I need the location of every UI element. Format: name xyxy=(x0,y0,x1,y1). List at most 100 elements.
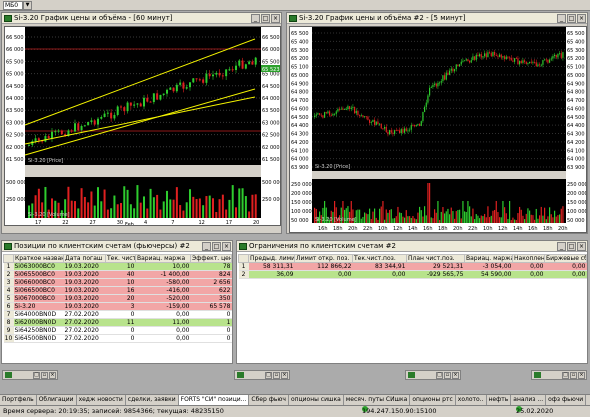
minimize-button[interactable]: _ xyxy=(557,14,566,23)
date-tick: 4 xyxy=(144,220,147,226)
table-row[interactable]: 10 Si64500BN0D 27.02.2020 0 0,00 0 xyxy=(3,334,232,343)
volume-bar xyxy=(512,217,514,223)
price-tick-right: 64 000 xyxy=(262,96,280,102)
table-row[interactable]: 4 Si066500BC0 19.03.2020 16 -416,00 622 xyxy=(3,286,232,295)
positions-table[interactable]: Краткое название Дата погаш Тек. чист.по… xyxy=(3,254,232,343)
tab-7[interactable]: месяч. путы СИшка xyxy=(344,395,411,405)
maximize-button[interactable]: ▫ xyxy=(444,372,451,379)
restore-button[interactable]: □ xyxy=(436,372,443,379)
tab-11[interactable]: анализ ... xyxy=(511,395,547,405)
col-header[interactable]: Вариац. маржа xyxy=(464,254,513,263)
candle-body xyxy=(166,89,168,94)
tab-3[interactable]: сделки, заявки xyxy=(126,395,179,405)
col-header[interactable]: Предыд. лимит xyxy=(248,254,295,263)
volume-series-label: Si-3.20 [Volume] xyxy=(28,212,70,218)
minimize-button[interactable]: _ xyxy=(202,242,211,251)
volume-bar xyxy=(490,215,492,223)
candle-body xyxy=(337,109,339,112)
tab-8[interactable]: опционы ртс xyxy=(410,395,456,405)
maximize-button[interactable]: ▫ xyxy=(570,372,577,379)
volume-bar xyxy=(417,212,419,223)
tab-4[interactable]: FORTS "СИ" позици... xyxy=(178,395,250,405)
col-header[interactable]: Лимит откр. поз. xyxy=(294,254,353,263)
minimized-window[interactable]: □ ▫ × xyxy=(234,370,290,380)
col-header[interactable]: Накоплен. д xyxy=(512,254,545,263)
candle-body xyxy=(106,112,109,114)
table-row[interactable]: 1 Si063000BC0 19.03.2020 10 10,00 78 xyxy=(3,262,232,271)
col-header[interactable]: Биржевые сборы xyxy=(544,254,587,263)
col-header[interactable] xyxy=(238,254,249,263)
price-pane[interactable]: 65 500 65 500 65 400 65 400 65 300 65 300 65 2… xyxy=(289,26,587,233)
restore-button[interactable]: □ xyxy=(562,372,569,379)
table-icon xyxy=(4,243,12,250)
close-button[interactable]: × xyxy=(271,14,280,23)
col-header[interactable]: Дата погаш xyxy=(63,254,106,263)
maximize-button[interactable]: ▫ xyxy=(41,372,48,379)
table-row[interactable]: 2 Si065500BC0 19.03.2020 40 -1 400,00 824 xyxy=(3,270,232,279)
col-header[interactable]: Краткое название xyxy=(13,254,64,263)
col-header[interactable] xyxy=(3,254,14,263)
price-pane[interactable]: 66 500 66 500 66 000 66 000 65 500 65 500 65 0… xyxy=(4,26,281,226)
close-button[interactable]: × xyxy=(281,372,288,379)
minimized-window[interactable]: □ ▫ × xyxy=(531,370,587,380)
window-icon xyxy=(534,372,541,378)
maximize-button[interactable]: □ xyxy=(212,242,221,251)
tab-2[interactable]: хедж новости xyxy=(77,395,126,405)
col-header[interactable]: Тек.чист.поз. xyxy=(352,254,407,263)
maximize-button[interactable]: □ xyxy=(261,14,270,23)
col-header[interactable]: План чист.поз. xyxy=(406,254,465,263)
instrument-name: Si64250BN0D xyxy=(13,326,64,335)
candle-body xyxy=(397,130,399,131)
col-header[interactable]: Эффект. цен xyxy=(190,254,232,263)
table-row[interactable]: 7 Si64000BN0D 27.02.2020 0 0,00 0 xyxy=(3,310,232,319)
minimize-button[interactable]: _ xyxy=(251,14,260,23)
close-button[interactable]: × xyxy=(222,242,231,251)
table-row[interactable]: 9 Si64250BN0D 27.02.2020 0 0,00 0 xyxy=(3,326,232,335)
close-button[interactable]: × xyxy=(577,14,586,23)
volume-bar xyxy=(480,215,482,223)
candle-body xyxy=(367,116,369,120)
minimize-button[interactable]: _ xyxy=(557,242,566,251)
tab-5[interactable]: Сбер фьюч xyxy=(249,395,289,405)
tab-12[interactable]: офз фьючи xyxy=(546,395,587,405)
tab-6[interactable]: опционы сишка xyxy=(289,395,344,405)
window-icon xyxy=(237,372,244,378)
maximize-button[interactable]: ▫ xyxy=(273,372,280,379)
maximize-button[interactable]: □ xyxy=(567,242,576,251)
candle-body xyxy=(116,106,119,115)
candle-body xyxy=(435,83,437,87)
price-tick-left: 65 200 xyxy=(291,56,309,62)
chevron-down-icon[interactable]: ▼ xyxy=(23,1,32,10)
instrument-name: Si066500BC0 xyxy=(13,286,64,295)
table-row[interactable]: 6 Si-3.20 19.03.2020 3 -159,00 65 578 xyxy=(3,302,232,311)
close-button[interactable]: × xyxy=(577,242,586,251)
table-row[interactable]: 1 58 311,31 112 866,22 83 344,91 29 521,31 -3… xyxy=(238,262,587,271)
minimized-window[interactable]: □ ▫ × xyxy=(2,370,58,380)
tab-1[interactable]: Облигации xyxy=(37,395,77,405)
window-title: Si-3.20 График цены и объёма #2 - [5 мин… xyxy=(287,13,587,24)
close-button[interactable]: × xyxy=(578,372,585,379)
col-header[interactable]: Вариац. маржа xyxy=(135,254,191,263)
close-button[interactable]: × xyxy=(452,372,459,379)
candle-body xyxy=(390,130,392,133)
table-row[interactable]: 2 36,09 0,00 0,00 -929 565,75 54 590,00 0,00 0,… xyxy=(238,270,587,279)
table-row[interactable]: 8 Si62000BN0D 27.02.2020 11 11,00 1 xyxy=(3,318,232,327)
instrument-combo[interactable]: MБ0 xyxy=(3,1,23,10)
maximize-button[interactable]: □ xyxy=(567,14,576,23)
instrument-name: Si62000BN0D xyxy=(13,318,64,327)
volume-bar xyxy=(517,213,519,223)
restore-button[interactable]: □ xyxy=(265,372,272,379)
volume-bar xyxy=(519,206,521,223)
tab-9[interactable]: холото.. xyxy=(456,395,487,405)
tab-10[interactable]: нефть xyxy=(487,395,512,405)
tab-0[interactable]: Портфель xyxy=(0,395,37,405)
table-row[interactable]: 5 Si067000BC0 19.03.2020 20 -520,00 350 xyxy=(3,294,232,303)
restore-button[interactable]: □ xyxy=(33,372,40,379)
minimized-window[interactable]: □ ▫ × xyxy=(405,370,461,380)
volume-bar xyxy=(412,216,414,223)
candle-body xyxy=(327,111,329,114)
table-row[interactable]: 3 Si066000BC0 19.03.2020 10 -580,00 2 656 xyxy=(3,278,232,287)
close-button[interactable]: × xyxy=(49,372,56,379)
col-header[interactable]: Тек. чист.по xyxy=(105,254,136,263)
limits-table[interactable]: Предыд. лимит Лимит откр. поз. Тек.чист.… xyxy=(238,254,587,279)
